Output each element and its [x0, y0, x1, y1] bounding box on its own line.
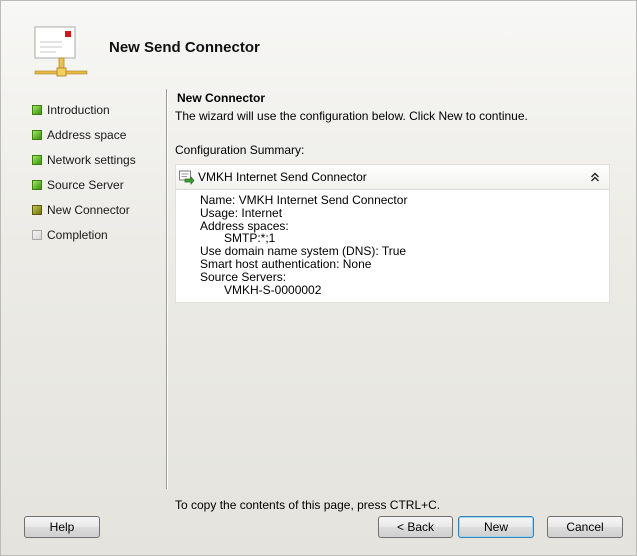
summary-smart-host-auth: Smart host authentication: None	[200, 256, 372, 271]
wizard-header: New Send Connector	[1, 1, 636, 87]
summary-name: Name: VMKH Internet Send Connector	[200, 193, 408, 207]
step-label: Source Server	[47, 177, 124, 192]
summary-source-server-value: VMKH-S-0000002	[224, 282, 322, 297]
collapse-button[interactable]	[585, 168, 605, 186]
cancel-button[interactable]: Cancel	[547, 516, 623, 538]
send-connector-icon	[179, 170, 194, 185]
step-address-space[interactable]: Address space	[29, 122, 159, 147]
step-completion: Completion	[29, 222, 159, 247]
step-completed-icon	[32, 154, 42, 165]
new-button[interactable]: New	[458, 516, 534, 538]
summary-usage: Usage: Internet	[200, 205, 283, 220]
step-source-server[interactable]: Source Server	[29, 172, 159, 197]
section-title: New Connector	[177, 91, 266, 105]
summary-panel-header[interactable]: VMKH Internet Send Connector	[176, 165, 609, 190]
page-title: New Send Connector	[109, 39, 260, 56]
wizard-steps: Introduction Address space Network setti…	[29, 97, 159, 247]
step-network-settings[interactable]: Network settings	[29, 147, 159, 172]
configuration-summary-panel: VMKH Internet Send Connector Name: VMKH …	[175, 164, 610, 304]
step-label: Completion	[47, 227, 108, 242]
step-label: New Connector	[47, 202, 130, 217]
step-current-icon	[32, 204, 42, 215]
configuration-summary-label: Configuration Summary:	[175, 143, 305, 157]
summary-panel-title: VMKH Internet Send Connector	[198, 170, 367, 184]
step-introduction[interactable]: Introduction	[29, 97, 159, 122]
double-chevron-up-icon	[591, 172, 599, 182]
send-connector-wizard-icon	[34, 26, 88, 77]
wizard-content: New Connector The wizard will use the co…	[175, 91, 610, 304]
step-completed-icon	[32, 104, 42, 115]
step-label: Address space	[47, 127, 127, 142]
step-label: Network settings	[47, 152, 136, 167]
step-label: Introduction	[47, 102, 110, 117]
help-button[interactable]: Help	[24, 516, 100, 538]
copy-instructions: To copy the contents of this page, press…	[175, 498, 441, 512]
step-pending-icon	[32, 229, 42, 240]
back-button[interactable]: < Back	[378, 516, 453, 538]
summary-source-servers-label: Source Servers:	[200, 269, 287, 284]
step-completed-icon	[32, 129, 42, 140]
steps-divider	[166, 89, 167, 489]
step-new-connector[interactable]: New Connector	[29, 197, 159, 222]
step-completed-icon	[32, 179, 42, 190]
wizard-window: New Send Connector Introduction Address …	[0, 0, 637, 556]
summary-panel-body: Name: VMKH Internet Send Connector Usage…	[176, 190, 609, 302]
intro-text: The wizard will use the configuration be…	[175, 109, 528, 123]
